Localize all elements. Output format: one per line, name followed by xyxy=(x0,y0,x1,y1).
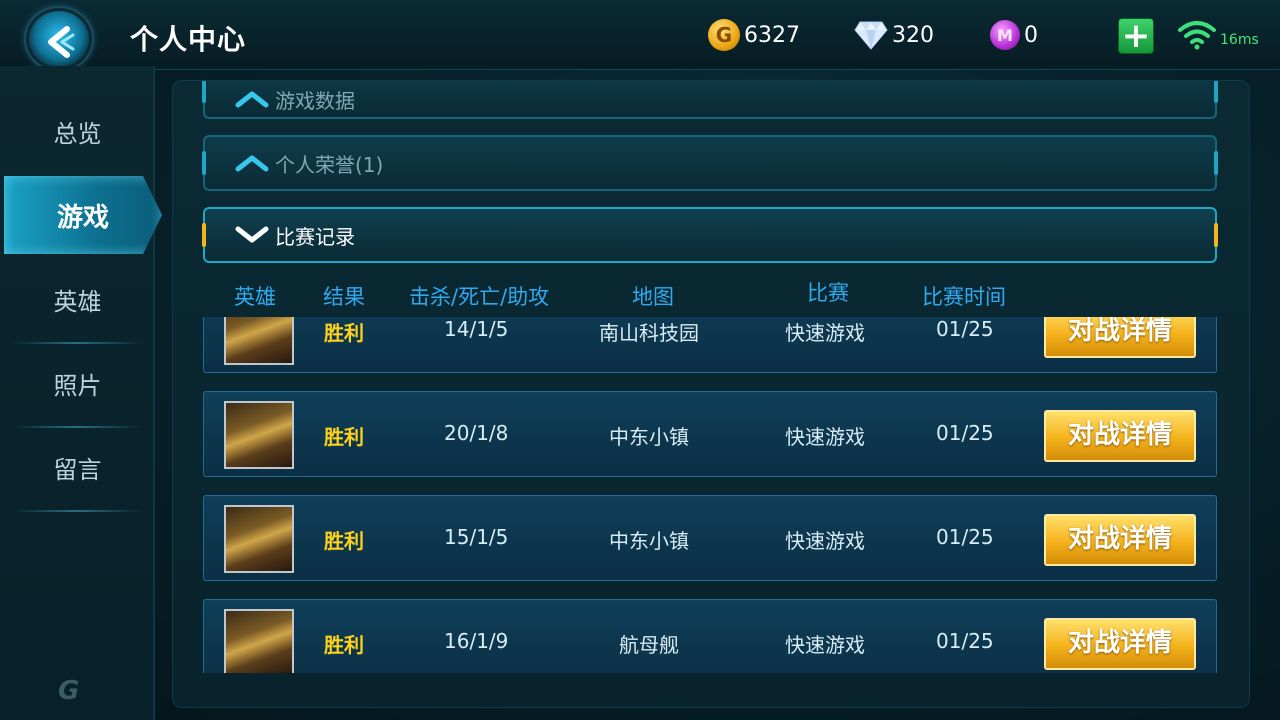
map-text: 航母舰 xyxy=(619,633,679,657)
back-button[interactable] xyxy=(26,8,92,70)
hero-portrait xyxy=(224,317,294,365)
divider xyxy=(12,342,142,344)
column-header-mode: 比赛 xyxy=(807,281,849,305)
gem-display: M 0 xyxy=(990,18,1038,52)
result-text: 胜利 xyxy=(324,529,364,553)
column-header-map: 地图 xyxy=(632,285,674,309)
sidebar-item-messages[interactable]: 留言 xyxy=(0,432,155,502)
hero-portrait xyxy=(224,609,294,673)
mode-text: 快速游戏 xyxy=(785,425,865,449)
kda-text: 15/1/5 xyxy=(444,525,509,549)
gold-amount: 6327 xyxy=(744,22,800,48)
back-arrow-icon xyxy=(48,26,75,58)
map-text: 中东小镇 xyxy=(609,425,689,449)
section-title: 比赛记录 xyxy=(275,224,355,249)
time-text: 01/25 xyxy=(936,317,994,341)
section-title: 个人荣誉(1) xyxy=(275,152,384,177)
kda-text: 20/1/8 xyxy=(444,421,509,445)
gold-display: G 6327 xyxy=(708,18,800,52)
result-text: 胜利 xyxy=(324,321,364,345)
section-title: 游戏数据 xyxy=(275,88,355,113)
divider xyxy=(12,426,142,428)
match-details-button[interactable]: 对战详情 xyxy=(1044,618,1196,670)
chevron-up-icon xyxy=(235,91,269,108)
kda-text: 16/1/9 xyxy=(444,629,509,653)
table-row: 胜利 14/1/5 南山科技园 快速游戏 01/25 对战详情 xyxy=(203,317,1217,373)
sidebar: 总览 游戏 英雄 照片 留言 G xyxy=(0,66,162,720)
match-details-button[interactable]: 对战详情 xyxy=(1044,317,1196,358)
ping-value: 16ms xyxy=(1220,32,1259,48)
sidebar-item-heroes[interactable]: 英雄 xyxy=(0,264,155,334)
chevron-down-icon xyxy=(235,226,269,243)
sidebar-item-overview[interactable]: 总览 xyxy=(0,96,155,166)
diamond-icon xyxy=(854,21,888,50)
column-header-kda: 击杀/死亡/助攻 xyxy=(409,285,550,309)
section-match-records[interactable]: 比赛记录 xyxy=(202,207,1218,263)
column-header-result: 结果 xyxy=(323,285,365,309)
mode-text: 快速游戏 xyxy=(785,633,865,657)
map-text: 中东小镇 xyxy=(609,529,689,553)
diamond-display: 320 xyxy=(854,18,934,52)
kda-text: 14/1/5 xyxy=(444,317,509,341)
sidebar-item-photos[interactable]: 照片 xyxy=(0,348,155,418)
result-text: 胜利 xyxy=(324,425,364,449)
purple-gem-icon: M xyxy=(990,20,1020,50)
section-honors[interactable]: 个人荣誉(1) xyxy=(202,135,1218,191)
table-row: 胜利 15/1/5 中东小镇 快速游戏 01/25 对战详情 xyxy=(203,495,1217,581)
gem-amount: 0 xyxy=(1024,22,1038,48)
hero-portrait xyxy=(224,505,294,573)
table-row: 胜利 20/1/8 中东小镇 快速游戏 01/25 对战详情 xyxy=(203,391,1217,477)
sidebar-item-game[interactable]: 游戏 xyxy=(4,176,162,254)
match-details-button[interactable]: 对战详情 xyxy=(1044,514,1196,566)
time-text: 01/25 xyxy=(936,525,994,549)
mode-text: 快速游戏 xyxy=(785,529,865,553)
time-text: 01/25 xyxy=(936,629,994,653)
match-record-list[interactable]: 胜利 14/1/5 南山科技园 快速游戏 01/25 对战详情 胜利 20/1/… xyxy=(203,317,1217,673)
column-header-time: 比赛时间 xyxy=(922,285,1006,309)
result-text: 胜利 xyxy=(324,633,364,657)
diamond-amount: 320 xyxy=(892,22,934,48)
wifi-icon xyxy=(1178,21,1216,50)
mode-text: 快速游戏 xyxy=(785,321,865,345)
hero-portrait xyxy=(224,401,294,469)
gold-coin-icon: G xyxy=(708,19,740,51)
page-title: 个人中心 xyxy=(130,23,247,56)
plus-icon[interactable]: + xyxy=(1118,18,1154,54)
chevron-up-icon xyxy=(235,155,269,172)
time-text: 01/25 xyxy=(936,421,994,445)
section-game-data[interactable]: 游戏数据 xyxy=(202,81,1218,119)
main-panel: 游戏数据 个人荣誉(1) 比赛记录 英雄 结果 击杀/死亡/助攻 地图 比赛 比… xyxy=(172,80,1250,708)
match-details-button[interactable]: 对战详情 xyxy=(1044,410,1196,462)
game-logo-icon: G xyxy=(58,676,80,706)
column-header-hero: 英雄 xyxy=(234,285,276,309)
map-text: 南山科技园 xyxy=(599,321,699,345)
divider xyxy=(12,510,142,512)
network-status: 16ms xyxy=(1178,20,1259,50)
table-row: 胜利 16/1/9 航母舰 快速游戏 01/25 对战详情 xyxy=(203,599,1217,673)
top-bar: 个人中心 G 6327 320 M 0 + 16ms xyxy=(0,0,1280,70)
